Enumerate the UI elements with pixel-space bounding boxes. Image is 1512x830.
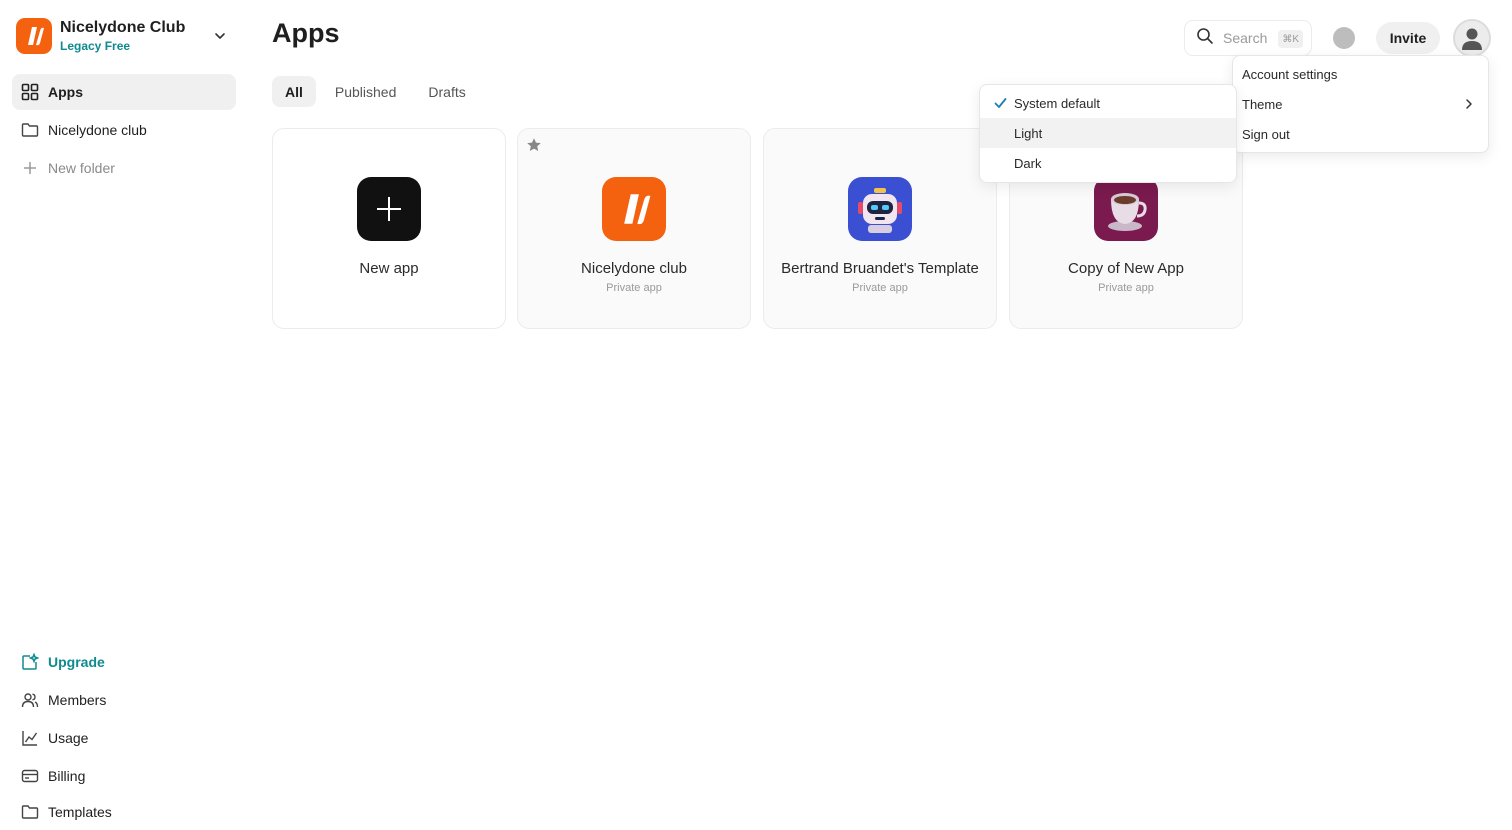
folder-icon <box>21 121 39 139</box>
card-icon <box>21 767 39 785</box>
check-icon <box>994 98 1007 108</box>
tab-all[interactable]: All <box>272 76 316 107</box>
workspace-switcher[interactable]: Nicelydone Club Legacy Free <box>16 17 232 55</box>
nicelydone-app-icon <box>602 177 666 241</box>
workspace-logo-icon <box>16 18 52 54</box>
menu-item-sign-out[interactable]: Sign out <box>1233 119 1488 149</box>
sidebar-item-templates[interactable]: Templates <box>12 794 236 830</box>
chart-icon <box>21 729 39 747</box>
card-title: Bertrand Bruandet's Template <box>781 260 979 277</box>
status-indicator[interactable] <box>1333 27 1355 49</box>
plus-icon <box>21 159 39 177</box>
avatar[interactable] <box>1453 19 1491 57</box>
tab-drafts[interactable]: Drafts <box>415 76 478 107</box>
card-subtitle: Private app <box>606 282 662 294</box>
new-app-card[interactable]: New app <box>272 128 506 329</box>
sidebar-item-usage[interactable]: Usage <box>12 720 236 756</box>
user-icon <box>1462 28 1482 50</box>
chevron-down-icon <box>215 33 225 39</box>
grid-icon <box>21 83 39 101</box>
card-subtitle: Private app <box>1098 282 1154 294</box>
chevron-right-icon <box>1466 99 1472 109</box>
menu-item-dark[interactable]: Dark <box>980 148 1236 178</box>
menu-item-account-settings[interactable]: Account settings <box>1233 59 1488 89</box>
menu-item-theme[interactable]: Theme <box>1233 89 1488 119</box>
app-card-nicelydone-club[interactable]: Nicelydone club Private app <box>517 128 751 329</box>
search-placeholder: Search <box>1223 30 1268 46</box>
folder-icon <box>21 803 39 821</box>
sidebar-item-label: New folder <box>48 160 115 176</box>
sidebar-item-label: Billing <box>48 768 86 784</box>
coffee-cup-app-icon <box>1094 177 1158 241</box>
plus-icon <box>357 177 421 241</box>
sidebar-item-upgrade[interactable]: Upgrade <box>12 644 236 680</box>
filter-tabs: All Published Drafts <box>272 76 479 107</box>
sidebar-item-label: Members <box>48 692 107 708</box>
new-folder-button[interactable]: New folder <box>12 150 236 186</box>
app-card-bertrand-template[interactable]: Bertrand Bruandet's Template Private app <box>763 128 997 329</box>
card-subtitle: Private app <box>852 282 908 294</box>
menu-item-label: Theme <box>1242 96 1283 112</box>
sidebar-item-members[interactable]: Members <box>12 682 236 718</box>
sidebar-item-label: Apps <box>48 84 83 100</box>
account-menu: Account settings Theme Sign out <box>1232 55 1489 153</box>
sidebar-item-label: Upgrade <box>48 654 105 670</box>
sidebar-item-nicelydone-club[interactable]: Nicelydone club <box>12 112 236 148</box>
sidebar-item-label: Usage <box>48 730 89 746</box>
tab-published[interactable]: Published <box>322 76 410 107</box>
sidebar-item-billing[interactable]: Billing <box>12 758 236 794</box>
invite-button[interactable]: Invite <box>1376 22 1440 54</box>
sidebar: Nicelydone Club Legacy Free Apps Nicelyd… <box>0 0 248 820</box>
theme-submenu: System default Light Dark <box>979 84 1237 183</box>
workspace-name: Nicelydone Club <box>60 19 186 36</box>
menu-item-system-default[interactable]: System default <box>980 88 1236 118</box>
search-input[interactable]: Search ⌘K <box>1184 20 1312 56</box>
sidebar-item-label: Templates <box>48 804 112 820</box>
card-title: Copy of New App <box>1068 260 1184 277</box>
card-title: Nicelydone club <box>581 260 687 277</box>
sparkle-icon <box>21 653 39 671</box>
sidebar-item-apps[interactable]: Apps <box>12 74 236 110</box>
users-icon <box>21 691 39 709</box>
menu-item-label: System default <box>1014 95 1100 111</box>
robot-app-icon <box>848 177 912 241</box>
card-title: New app <box>359 260 419 277</box>
menu-item-light[interactable]: Light <box>980 118 1236 148</box>
search-icon <box>1196 27 1214 50</box>
page-title: Apps <box>272 18 340 48</box>
workspace-plan: Legacy Free <box>60 39 131 53</box>
sidebar-item-label: Nicelydone club <box>48 122 147 138</box>
search-shortcut-badge: ⌘K <box>1278 30 1303 48</box>
star-icon[interactable] <box>526 137 542 153</box>
